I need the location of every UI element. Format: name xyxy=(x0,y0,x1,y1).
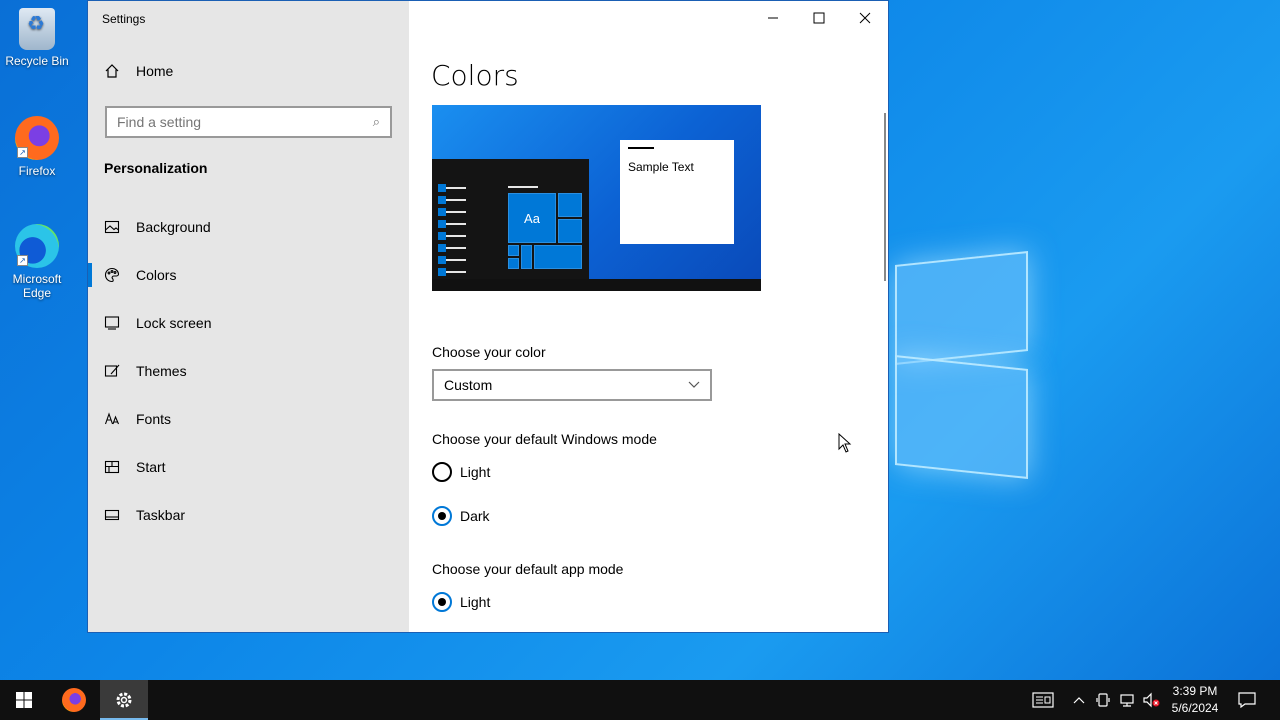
preview-start-menu: Aa xyxy=(432,159,589,279)
sidebar-item-label: Taskbar xyxy=(136,507,186,523)
windows-start-icon xyxy=(16,692,32,708)
maximize-icon xyxy=(813,12,825,24)
search-box[interactable]: ⌕ xyxy=(105,106,392,138)
sidebar-item-background[interactable]: Background xyxy=(88,203,409,251)
windows-logo-wallpaper xyxy=(895,240,1030,480)
choose-color-label: Choose your color xyxy=(432,344,546,360)
home-nav-item[interactable]: Home xyxy=(104,63,173,79)
minimize-button[interactable] xyxy=(750,1,796,35)
taskbar-settings-button[interactable] xyxy=(100,680,148,720)
brush-icon xyxy=(104,363,120,379)
windows-mode-light-option[interactable]: Light xyxy=(432,462,490,482)
action-center-icon[interactable] xyxy=(1234,680,1260,720)
scrollbar[interactable] xyxy=(884,113,886,281)
color-preview: Aa Sample Text xyxy=(432,105,761,291)
settings-window: Settings Home ⌕ Personalization Backgrou… xyxy=(87,0,889,633)
desktop-icon-label: Microsoft Edge xyxy=(12,272,62,300)
app-mode-light-option[interactable]: Light xyxy=(432,592,490,612)
preview-taskbar xyxy=(432,279,761,291)
radio-label: Light xyxy=(460,464,491,480)
preview-app-list xyxy=(438,184,466,283)
choose-color-value: Custom xyxy=(444,377,493,393)
desktop-icon-label: Firefox xyxy=(18,164,56,178)
close-icon xyxy=(859,12,871,24)
caption-buttons xyxy=(750,1,888,35)
sidebar-item-label: Start xyxy=(136,459,166,475)
desktop-icon-label: Recycle Bin xyxy=(5,54,69,68)
radio-button[interactable] xyxy=(432,462,452,482)
windows-mode-label: Choose your default Windows mode xyxy=(432,431,657,447)
sidebar: Settings Home ⌕ Personalization Backgrou… xyxy=(88,1,409,632)
picture-icon xyxy=(104,219,120,235)
radio-label: Light xyxy=(460,594,491,610)
sidebar-item-lock-screen[interactable]: Lock screen xyxy=(88,299,409,347)
radio-button[interactable] xyxy=(432,592,452,612)
shortcut-arrow-icon: ↗ xyxy=(17,147,28,158)
gear-icon xyxy=(116,692,132,708)
sidebar-item-label: Background xyxy=(136,219,211,235)
font-icon xyxy=(104,411,120,427)
app-mode-label: Choose your default app mode xyxy=(432,561,624,577)
firefox-icon xyxy=(62,688,86,712)
taskbar: 3:39 PM 5/6/2024 xyxy=(0,680,1280,720)
clock[interactable]: 3:39 PM 5/6/2024 xyxy=(1166,683,1224,717)
volume-muted-icon[interactable] xyxy=(1140,680,1162,720)
desktop-icon-microsoft-edge[interactable]: ↗ Microsoft Edge xyxy=(4,224,70,300)
home-icon xyxy=(104,63,120,79)
sidebar-item-themes[interactable]: Themes xyxy=(88,347,409,395)
sidebar-item-start[interactable]: Start xyxy=(88,443,409,491)
firefox-icon: ↗ xyxy=(15,116,59,160)
mouse-cursor-icon xyxy=(838,433,852,453)
sidebar-item-label: Lock screen xyxy=(136,315,212,331)
section-title: Personalization xyxy=(104,160,208,176)
clock-time: 3:39 PM xyxy=(1172,684,1218,698)
main-content: Colors Aa Sample Text Choose your color … xyxy=(409,1,888,632)
lock-screen-icon xyxy=(104,315,120,331)
close-button[interactable] xyxy=(842,1,888,35)
radio-button[interactable] xyxy=(432,506,452,526)
maximize-button[interactable] xyxy=(796,1,842,35)
sidebar-item-label: Themes xyxy=(136,363,187,379)
preview-window: Sample Text xyxy=(620,140,734,244)
minimize-icon xyxy=(768,17,778,19)
preview-sample-text: Sample Text xyxy=(628,160,694,174)
taskbar-firefox-button[interactable] xyxy=(50,680,98,720)
preview-tile-aa: Aa xyxy=(508,193,556,243)
shortcut-arrow-icon: ↗ xyxy=(17,255,28,266)
home-label: Home xyxy=(136,63,174,79)
sidebar-item-label: Fonts xyxy=(136,411,172,427)
desktop-icon-recycle-bin[interactable]: Recycle Bin xyxy=(4,8,70,68)
sidebar-item-fonts[interactable]: Fonts xyxy=(88,395,409,443)
radio-label: Dark xyxy=(460,508,490,524)
start-button[interactable] xyxy=(0,680,48,720)
start-icon xyxy=(104,459,120,475)
news-widget-icon[interactable] xyxy=(1028,680,1058,720)
sidebar-item-label: Colors xyxy=(136,267,177,283)
sidebar-item-colors[interactable]: Colors xyxy=(88,251,409,299)
recycle-bin-icon xyxy=(19,8,55,50)
choose-color-dropdown[interactable]: Custom xyxy=(432,369,712,401)
sidebar-nav: Background Colors Lock screen Themes Fon… xyxy=(88,203,409,539)
clock-date: 5/6/2024 xyxy=(1171,701,1219,715)
taskbar-icon xyxy=(104,507,120,523)
page-title: Colors xyxy=(431,59,519,92)
chevron-down-icon xyxy=(688,381,700,388)
search-input[interactable] xyxy=(117,114,373,130)
network-icon[interactable] xyxy=(1116,680,1138,720)
windows-mode-dark-option[interactable]: Dark xyxy=(432,506,490,526)
palette-icon xyxy=(104,267,120,283)
chevron-up-icon[interactable] xyxy=(1068,680,1090,720)
window-title: Settings xyxy=(102,12,146,26)
search-icon[interactable]: ⌕ xyxy=(373,114,380,130)
device-icon[interactable] xyxy=(1092,680,1114,720)
desktop-icon-firefox[interactable]: ↗ Firefox xyxy=(4,116,70,178)
edge-icon: ↗ xyxy=(15,224,59,268)
sidebar-item-taskbar[interactable]: Taskbar xyxy=(88,491,409,539)
